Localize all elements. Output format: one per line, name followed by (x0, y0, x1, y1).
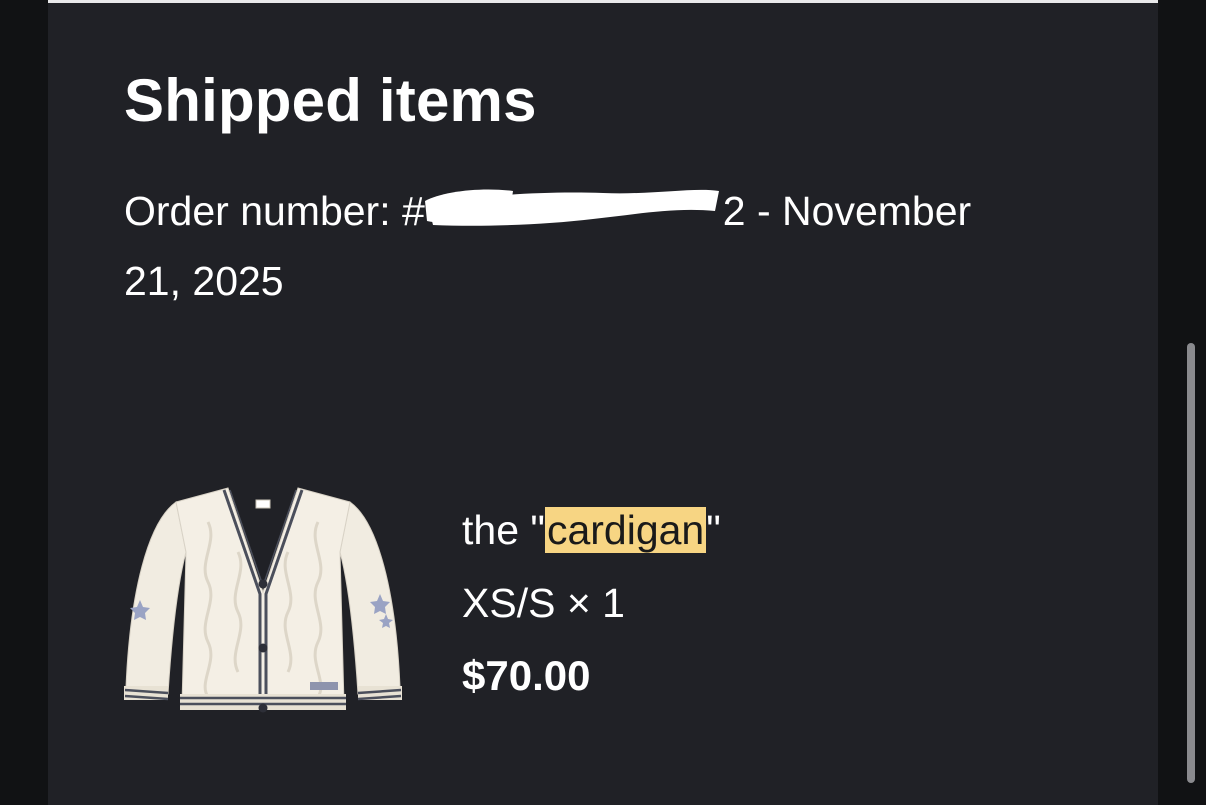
cardigan-image (124, 487, 402, 713)
product-thumbnail[interactable] (118, 482, 408, 722)
screen: Shipped items Order number: # 2 - Novemb… (0, 0, 1206, 805)
order-number-tail: 2 (722, 188, 746, 234)
section-title: Shipped items (124, 67, 537, 134)
redaction-mark (423, 189, 723, 233)
order-number-label: Order number: # (124, 188, 425, 234)
product-variant: XS/S × 1 (462, 580, 625, 627)
panel-top-border (48, 0, 1158, 3)
order-info: Order number: # 2 - November 21, 2025 (124, 176, 1024, 316)
highlighted-term: cardigan (544, 507, 707, 553)
date-separator: - (745, 188, 783, 234)
variant-quantity: × 1 (555, 580, 625, 626)
product-name[interactable]: the "cardigan" (462, 507, 721, 554)
product-name-suffix: " (706, 507, 721, 553)
variant-size: XS/S (462, 580, 556, 626)
product-price: $70.00 (462, 652, 591, 699)
scrollbar-thumb[interactable] (1187, 343, 1195, 783)
product-name-prefix: the " (462, 507, 545, 553)
